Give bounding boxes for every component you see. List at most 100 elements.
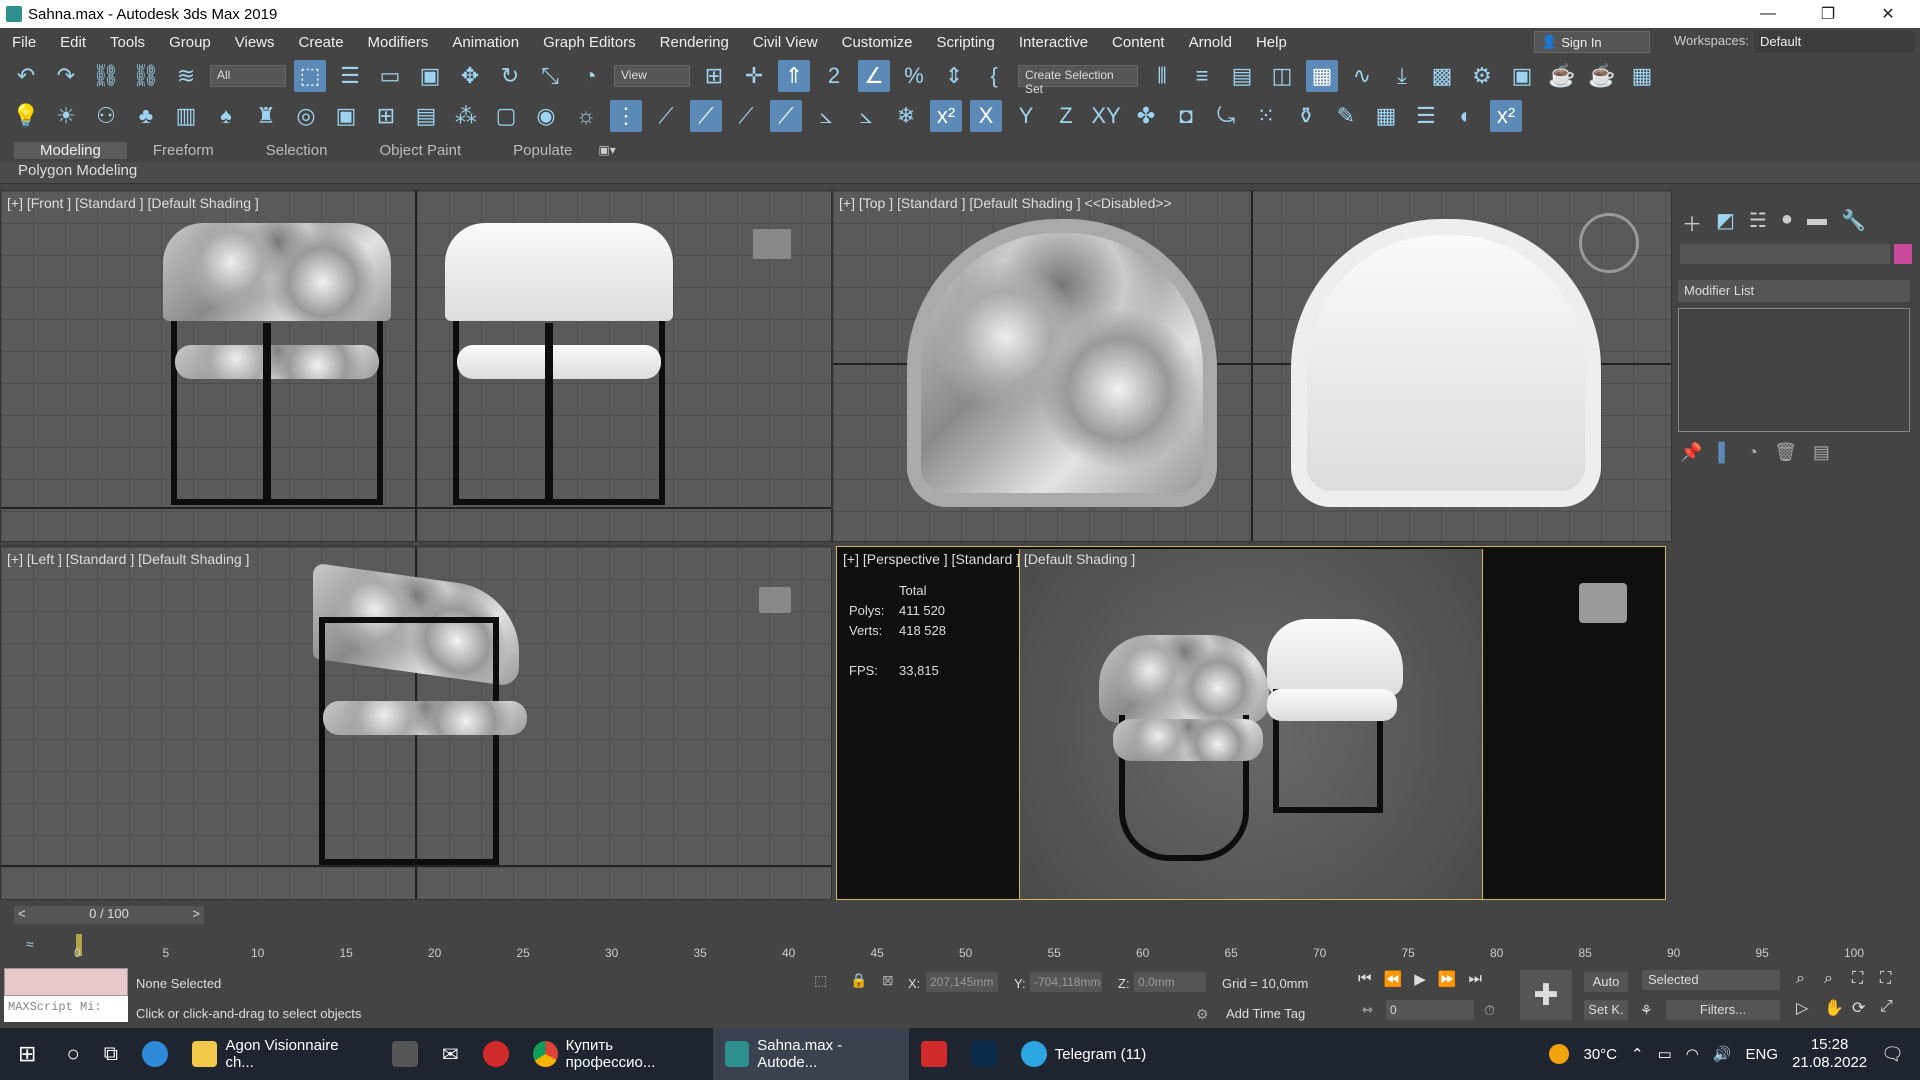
align-icon[interactable]: ≡ (1186, 60, 1218, 92)
torus-icon[interactable]: ◎ (290, 100, 322, 132)
spinner-snap-icon[interactable]: ⇕ (938, 60, 970, 92)
edit-named-sets-icon[interactable]: { (978, 60, 1010, 92)
jar-icon[interactable]: ⚱ (1290, 100, 1322, 132)
menu-graph-editors[interactable]: Graph Editors (531, 34, 648, 51)
x-coordinate-field[interactable]: 207,145mm (926, 972, 998, 992)
tab-freeform[interactable]: Freeform (127, 142, 240, 159)
time-config-icon[interactable]: ⏱ (1484, 1002, 1495, 1019)
maxscript-output[interactable] (4, 968, 128, 996)
menu-modifiers[interactable]: Modifiers (356, 34, 441, 51)
viewport-perspective[interactable]: [+] [Perspective ] [Standard ] [Default … (836, 546, 1666, 900)
maxscript-input[interactable]: MAXScript Mi: (4, 996, 128, 1022)
add-time-tag[interactable]: Add Time Tag (1226, 1006, 1305, 1021)
tree2-icon[interactable]: ♠ (210, 100, 242, 132)
set-key-icon[interactable]: ✚ (1520, 970, 1572, 1020)
brush-icon[interactable]: ✎ (1330, 100, 1362, 132)
undo-icon[interactable]: ↶ (10, 60, 42, 92)
chair-marble-front[interactable] (163, 223, 391, 505)
search-icon[interactable]: ○ (54, 1028, 91, 1080)
manipulate-icon[interactable]: ✛ (738, 60, 770, 92)
select-by-name-icon[interactable]: ☰ (334, 60, 366, 92)
curve-editor-icon[interactable]: ∿ (1346, 60, 1378, 92)
eye-icon[interactable]: ◉ (530, 100, 562, 132)
start-icon[interactable]: ⊞ (0, 1028, 54, 1080)
temperature[interactable]: 30°C (1583, 1046, 1617, 1063)
snap-perp-icon[interactable]: ⦣ (850, 100, 882, 132)
selection-set-dropdown[interactable]: Create Selection Set (1018, 65, 1138, 96)
render-icon[interactable]: ☕ (1546, 60, 1578, 92)
axis-y-icon[interactable]: Y (1010, 100, 1042, 132)
viewcube-icon[interactable] (759, 587, 791, 613)
opera-icon[interactable] (471, 1028, 521, 1080)
volume-icon[interactable]: 🔊 (1713, 1045, 1732, 1063)
tray-chevron-icon[interactable]: ⌃ (1631, 1045, 1644, 1063)
book-icon[interactable]: ▥ (170, 100, 202, 132)
maxscript-listener[interactable]: MAXScript Mi: (4, 968, 128, 1026)
menu-customize[interactable]: Customize (830, 34, 925, 51)
bind-space-warp-icon[interactable]: ≋ (170, 60, 202, 92)
snaps-icon[interactable]: 2 (818, 60, 850, 92)
minimize-button[interactable]: — (1740, 0, 1796, 28)
render-iterative-icon[interactable]: ☕ (1586, 60, 1618, 92)
window-crossing-icon[interactable]: ▣ (414, 60, 446, 92)
scale-icon[interactable]: ⤡ (534, 60, 566, 92)
viewport-top[interactable]: [+] [Top ] [Standard ] [Default Shading … (832, 190, 1672, 542)
snap-face-icon[interactable]: ⟋ (730, 100, 762, 132)
goto-end-icon[interactable]: ⏭ (1468, 970, 1482, 988)
fov-icon[interactable]: ▷ (1796, 998, 1824, 1018)
notifications-icon[interactable]: 🗨 (1881, 1044, 1904, 1065)
next-frame-icon[interactable]: > (192, 906, 200, 921)
snap-tangent-icon[interactable]: ⦣ (810, 100, 842, 132)
display-tab-icon[interactable]: ▬ (1807, 208, 1827, 237)
modifier-list-dropdown[interactable]: Modifier List (1678, 280, 1910, 302)
clock[interactable]: 15:28 21.08.2022 (1792, 1036, 1867, 1072)
render-setup-icon[interactable]: ⚙ (1466, 60, 1498, 92)
panel-icon[interactable]: ▤ (410, 100, 442, 132)
zoom-all-icon[interactable]: ⌕ (1824, 970, 1852, 988)
current-frame-field[interactable]: 0 (1386, 1000, 1474, 1020)
viewport-label[interactable]: [+] [Top ] [Standard ] [Default Shading … (839, 195, 1172, 211)
grid-icon[interactable]: ⊞ (370, 100, 402, 132)
absolute-mode-icon[interactable]: ⊠ (882, 972, 894, 989)
language-indicator[interactable]: ENG (1746, 1046, 1779, 1063)
tab-modeling[interactable]: Modeling (14, 141, 127, 159)
camera-icon[interactable]: ◘ (1170, 100, 1202, 132)
close-button[interactable]: ✕ (1860, 0, 1916, 28)
chair-marble-top[interactable] (907, 219, 1217, 507)
bottle-icon[interactable]: ♜ (250, 100, 282, 132)
auto-key-button[interactable]: Auto (1584, 972, 1628, 992)
menu-edit[interactable]: Edit (48, 34, 98, 51)
hierarchy-tab-icon[interactable]: ☵ (1749, 208, 1767, 237)
weather-icon[interactable] (1549, 1044, 1570, 1064)
keyboard-shortcut-icon[interactable]: ⇑ (778, 60, 810, 92)
remove-modifier-icon[interactable]: 🗑 (1774, 442, 1797, 463)
xy-constraint-icon[interactable]: x² (930, 100, 962, 132)
goto-start-icon[interactable]: ⏮ (1358, 970, 1372, 988)
viewport-label[interactable]: [+] [Left ] [Standard ] [Default Shading… (7, 551, 249, 567)
viewcube-icon[interactable] (1579, 583, 1627, 623)
workspace-dropdown[interactable]: Default (1754, 31, 1914, 53)
viewcube-icon[interactable] (753, 229, 791, 259)
wifi-icon[interactable]: ◠ (1686, 1045, 1699, 1063)
snap-edge-icon[interactable]: ⟋ (690, 100, 722, 132)
filters-button[interactable]: Filters... (1666, 1000, 1780, 1020)
group-icon[interactable]: ⚇ (90, 100, 122, 132)
light-icon[interactable]: 💡 (10, 100, 42, 132)
selected-dropdown[interactable]: Selected (1642, 970, 1780, 990)
prev-key-icon[interactable]: ⏪ (1384, 970, 1403, 988)
zoom-extents-icon[interactable]: ⛶ (1852, 970, 1880, 988)
zoom-extents-all-icon[interactable]: ⛶ (1880, 970, 1908, 988)
compass-icon[interactable] (1579, 213, 1639, 273)
pivot-icon[interactable]: ⊞ (698, 60, 730, 92)
viewport-label[interactable]: [+] [Front ] [Standard ] [Default Shadin… (7, 195, 259, 211)
frame-icon[interactable]: ▢ (490, 100, 522, 132)
tree-icon[interactable]: ♣ (130, 100, 162, 132)
grid-snap-icon[interactable]: ⋮ (610, 100, 642, 132)
stack-icon[interactable]: ☰ (1410, 100, 1442, 132)
schematic-view-icon[interactable]: ⤓ (1386, 60, 1418, 92)
menu-group[interactable]: Group (157, 34, 223, 51)
particles-icon[interactable]: ⁂ (450, 100, 482, 132)
configure-sets-icon[interactable]: ▤ (1813, 442, 1830, 463)
ribbon-options-icon[interactable]: ▣▾ (598, 143, 615, 157)
taskbar-chrome[interactable]: Купить профессио... (521, 1028, 713, 1080)
